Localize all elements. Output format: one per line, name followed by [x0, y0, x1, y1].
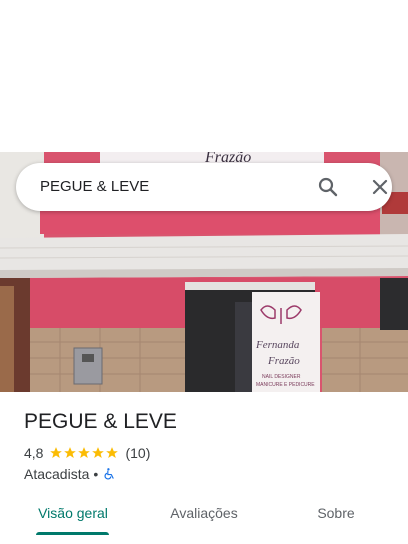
star-icon — [78, 447, 91, 458]
star-icon — [106, 447, 119, 458]
svg-text:MANICURE E PEDICURE: MANICURE E PEDICURE — [256, 382, 315, 388]
tab-about[interactable]: Sobre — [304, 500, 368, 544]
search-icon[interactable] — [316, 175, 340, 199]
active-tab-indicator — [36, 532, 109, 535]
star-icon — [64, 447, 77, 458]
rating-row[interactable]: 4,8 (10) — [24, 445, 150, 461]
separator: • — [93, 466, 99, 482]
svg-text:Fernanda: Fernanda — [255, 339, 300, 351]
search-bar[interactable]: PEGUE & LEVE — [16, 163, 392, 211]
rating-value: 4,8 — [24, 445, 44, 461]
place-info-panel: PEGUE & LEVE 4,8 (10) Atacadista • Visão… — [0, 392, 408, 544]
map-blank-area — [0, 0, 408, 152]
close-icon[interactable] — [368, 175, 392, 199]
place-tabs: Visão geral Avaliações Sobre — [0, 500, 408, 544]
svg-text:NAIL DESIGNER: NAIL DESIGNER — [262, 374, 301, 380]
wheelchair-accessible-icon — [104, 468, 114, 480]
category-row: Atacadista • — [24, 466, 116, 482]
place-name: PEGUE & LEVE — [24, 410, 177, 433]
tab-reviews[interactable]: Avaliações — [160, 500, 248, 544]
place-category: Atacadista — [24, 466, 90, 482]
svg-text:Frazão: Frazão — [267, 355, 300, 367]
tab-overview[interactable]: Visão geral — [30, 500, 116, 544]
star-icon — [92, 447, 105, 458]
search-query-text[interactable]: PEGUE & LEVE — [40, 163, 149, 211]
rating-stars — [49, 446, 119, 460]
star-icon — [50, 447, 63, 458]
review-count[interactable]: (10) — [125, 445, 150, 461]
